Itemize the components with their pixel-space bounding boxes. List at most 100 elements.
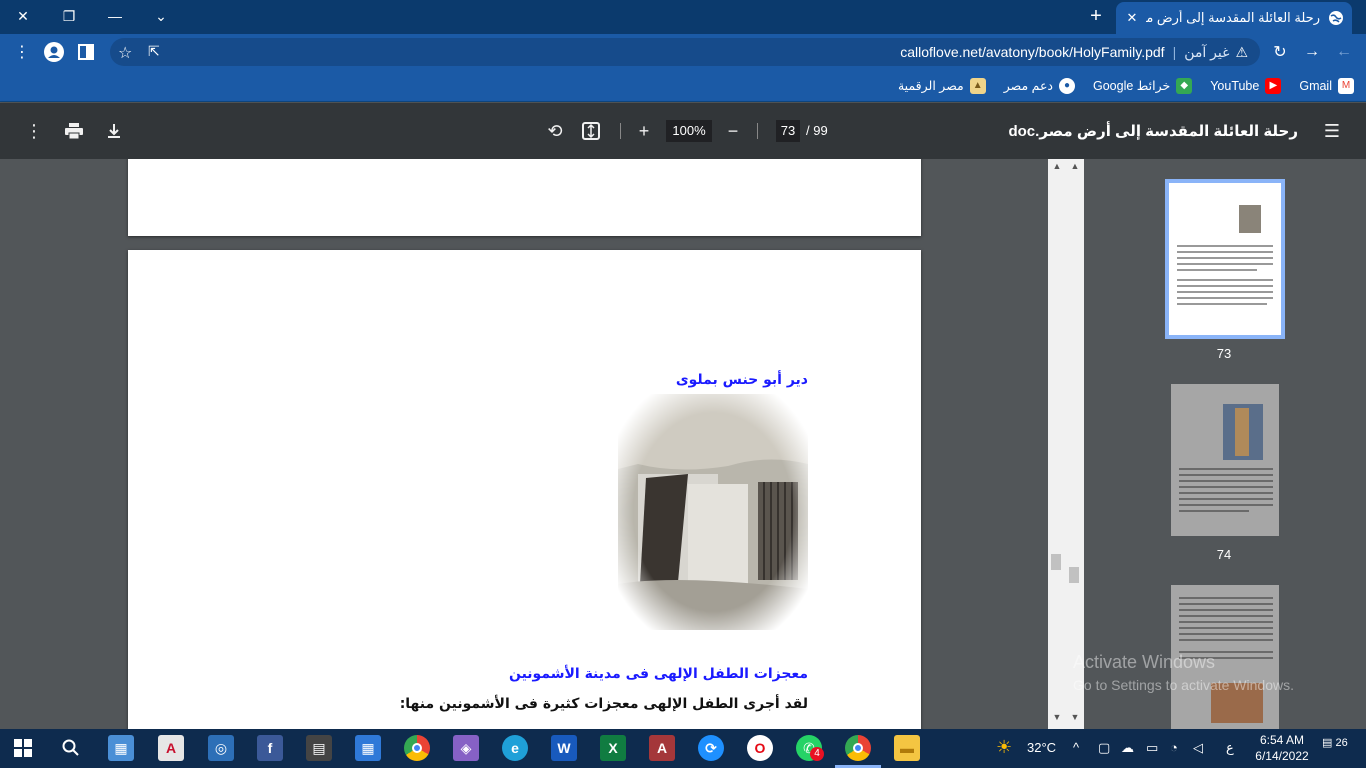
bookmark-google-maps[interactable]: ◆ خرائط Google [1092,77,1193,94]
browser-toolbar: ⋮ ⚠ غير آمن | calloflove.net/avatony/boo… [0,34,1366,70]
bookmark-star-icon[interactable]: ☆ [118,43,132,63]
warning-icon[interactable]: ⚠ [1235,44,1248,61]
bookmark-digital-egypt[interactable]: ▲ مصر الرقمية [898,77,986,94]
rotate-icon[interactable]: ⟲ [543,119,567,143]
document-scrollbar[interactable]: ▲ ▲ ▼ ▼ [1048,159,1084,729]
share-icon[interactable]: ⇱ [148,43,160,60]
tab-close-icon[interactable]: ✕ [1124,10,1140,26]
toolbar-divider [620,123,621,139]
globe-icon: ● [1058,77,1075,94]
pdf-page [128,159,921,236]
globe-search-icon[interactable]: ◎ [208,735,234,761]
minimize-window-button[interactable]: — [92,0,138,32]
scroll-up-icon[interactable]: ▲ [1050,161,1064,175]
document-title: رحلة العائلة المقدسة إلى أرض مصر.doc [1008,123,1298,140]
zoom-level[interactable]: 100% [666,120,712,142]
access-icon[interactable]: A [649,735,675,761]
active-tab[interactable]: رحلة العائلة المقدسة إلى أرض مصر ✕ [1116,2,1352,34]
tab-search-button[interactable]: ⌄ [138,0,184,32]
search-icon[interactable] [58,735,84,761]
thumbnail-page-73[interactable] [1165,179,1285,339]
scroll-down-icon[interactable]: ▼ [1068,712,1082,726]
document-viewer[interactable]: دير أبو حنس بملوى معجزات الطفل الإلهى فى… [0,159,1048,729]
clock[interactable]: 6:54 AM 6/14/2022 [1254,732,1310,764]
bookmark-label: Gmail [1299,78,1332,93]
reload-icon[interactable]: ↻ [1268,40,1292,64]
calculator-icon[interactable]: ▤ [306,735,332,761]
notification-icon: ▤ [1322,737,1333,749]
profile-icon[interactable] [42,40,66,64]
print-icon[interactable] [62,119,86,143]
fit-page-icon[interactable] [579,119,603,143]
pdf-page: دير أبو حنس بملوى معجزات الطفل الإلهى فى… [128,250,921,729]
notification-count: 26 [1335,737,1348,749]
scrollbar-thumb[interactable] [1069,567,1079,583]
page-number-input[interactable]: 73 [776,120,800,142]
security-label: غير آمن [1184,43,1230,60]
word-icon[interactable]: W [551,735,577,761]
battery-icon[interactable]: ▭ [1146,740,1158,756]
file-explorer-icon[interactable]: ▬ [894,735,920,761]
weather-icon[interactable]: ☀ [996,737,1012,758]
scroll-down-icon[interactable]: ▼ [1050,712,1064,726]
start-menu-icon[interactable] [10,735,36,761]
volume-icon[interactable]: ◁ [1193,740,1203,756]
more-actions-icon[interactable]: ⋮ [22,119,46,143]
notification-center[interactable]: ▤ 26 [1322,736,1352,760]
hamburger-menu-icon[interactable]: ☰ [1320,119,1344,143]
bookmark-gmail[interactable]: M Gmail [1299,77,1354,94]
monastery-photo [618,394,808,630]
bookmark-label: YouTube [1210,78,1260,93]
chevron-up-icon[interactable]: ^ [1073,740,1079,755]
bookmark-label: خرائط Google [1092,79,1171,93]
back-arrow-icon[interactable]: → [1300,40,1324,64]
restore-window-button[interactable]: ❐ [46,0,92,32]
autocad-icon[interactable]: A [158,735,184,761]
maps-icon: ◆ [1176,77,1193,94]
menu-dots-icon[interactable]: ⋮ [10,40,34,64]
address-bar[interactable]: ⚠ غير آمن | calloflove.net/avatony/book/… [110,38,1260,66]
download-icon[interactable] [102,119,126,143]
thumbnail-page-number: 73 [1216,346,1232,361]
side-panel-icon[interactable] [74,40,98,64]
thumbnail-page-number: 74 [1216,547,1232,562]
weather-temperature[interactable]: 32°C [1027,740,1056,755]
gmail-icon: M [1338,77,1354,94]
digital-egypt-icon: ▲ [969,77,986,94]
clock-time: 6:54 AM [1259,733,1305,747]
visual-studio-icon[interactable]: ◈ [453,735,479,761]
cloud-icon[interactable]: ☁ [1121,740,1134,756]
bookmarks-bar: M Gmail ▶ YouTube ◆ خرائط Google ● دعم م… [0,70,1366,102]
youtube-icon: ▶ [1265,77,1282,94]
bookmark-youtube[interactable]: ▶ YouTube [1210,77,1282,94]
page-total: / 99 [806,123,828,138]
wifi-icon[interactable]: ◔ [1170,740,1178,755]
globe-icon [1329,11,1343,25]
paragraph-text: لقد أجرى الطفل الإلهى معجزات كثيرة فى ال… [399,696,808,712]
chrome-icon[interactable] [404,735,430,761]
calendar-icon[interactable]: ▦ [355,735,381,761]
chrome-active-icon[interactable] [845,735,871,761]
bookmark-support-egypt[interactable]: ● دعم مصر [1004,77,1075,94]
meet-icon[interactable]: ▢ [1098,740,1110,756]
address-separator: | [1172,44,1177,60]
facebook-icon[interactable]: f [257,735,283,761]
app-icon[interactable]: ▦ [108,735,134,761]
sync-icon[interactable]: ⟳ [698,735,724,761]
excel-icon[interactable]: X [600,735,626,761]
new-tab-button[interactable]: + [1084,4,1108,28]
scroll-up-icon[interactable]: ▲ [1068,161,1082,175]
thumbnail-page-74[interactable] [1171,384,1279,536]
whatsapp-badge: 4 [810,747,824,761]
opera-icon[interactable]: O [747,735,773,761]
zoom-out-icon[interactable]: − [721,119,745,143]
taskbar: ▦ A ◎ f ▤ ▦ ◈ e W X A ⟳ O ✆ 4 ▬ ☀ 32°C ^… [0,729,1366,768]
input-language[interactable]: ع [1226,740,1234,756]
forward-arrow-icon[interactable]: ← [1332,40,1356,64]
thumbnail-pane: 73 74 [1084,159,1366,729]
edge-icon[interactable]: e [502,735,528,761]
zoom-in-icon[interactable]: + [632,119,656,143]
close-window-button[interactable]: ✕ [0,0,46,32]
thumbnail-preview [1179,404,1273,512]
scrollbar-thumb[interactable] [1051,554,1061,570]
